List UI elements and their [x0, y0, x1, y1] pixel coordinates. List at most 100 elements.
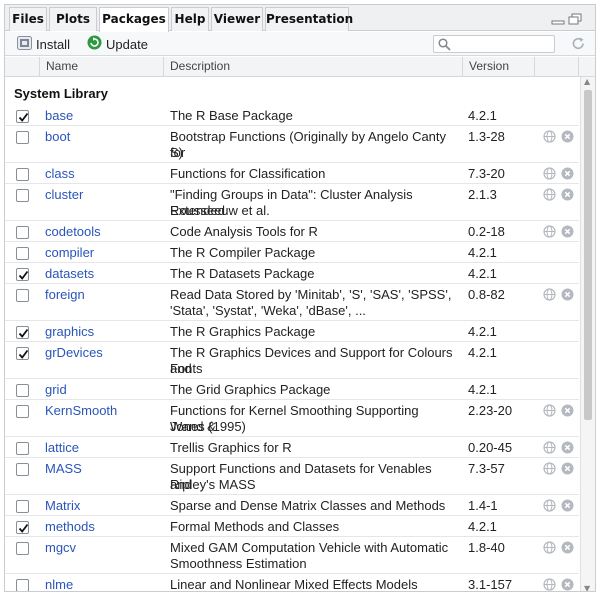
- header-version[interactable]: Version: [463, 57, 535, 76]
- package-description: The R Datasets Package: [170, 266, 315, 281]
- remove-package-icon[interactable]: [561, 499, 574, 516]
- globe-icon[interactable]: [543, 288, 556, 305]
- package-name-link[interactable]: foreign: [45, 287, 85, 303]
- remove-package-icon[interactable]: [561, 288, 574, 305]
- globe-icon[interactable]: [543, 130, 556, 147]
- package-row: graphics The R Graphics Package 4.2.1: [5, 322, 579, 342]
- tab-bar: Files Plots Packages Help Viewer Present…: [5, 5, 595, 32]
- scroll-thumb[interactable]: [584, 90, 592, 420]
- package-name-link[interactable]: Matrix: [45, 498, 80, 514]
- checkmark-icon: [18, 349, 29, 359]
- package-description: Linear and Nonlinear Mixed Effects Model…: [170, 577, 418, 592]
- remove-package-icon[interactable]: [561, 578, 574, 591]
- package-name-link[interactable]: cluster: [45, 187, 83, 203]
- package-version: 4.2.1: [468, 382, 497, 397]
- vertical-scrollbar[interactable]: ▲ ▼: [580, 77, 595, 591]
- header-name[interactable]: Name: [40, 57, 164, 76]
- globe-icon[interactable]: [543, 404, 556, 421]
- package-row: grDevices The R Graphics Devices and Supp…: [5, 343, 579, 379]
- globe-icon[interactable]: [543, 225, 556, 242]
- globe-icon[interactable]: [543, 167, 556, 184]
- tab-help[interactable]: Help: [171, 7, 209, 31]
- package-checkbox[interactable]: [16, 168, 29, 181]
- package-name-link[interactable]: compiler: [45, 245, 94, 261]
- package-description: Read Data Stored by 'Minitab', 'S', 'SAS…: [170, 287, 452, 302]
- package-description: Trellis Graphics for R: [170, 440, 292, 455]
- remove-package-icon[interactable]: [561, 441, 574, 458]
- package-description: Code Analysis Tools for R: [170, 224, 318, 239]
- tab-packages[interactable]: Packages: [99, 7, 169, 32]
- package-checkbox[interactable]: [16, 268, 29, 281]
- package-name-link[interactable]: grDevices: [45, 345, 103, 361]
- scroll-up-icon[interactable]: ▲: [584, 77, 590, 86]
- header-description[interactable]: Description: [164, 57, 463, 76]
- remove-package-icon[interactable]: [561, 130, 574, 147]
- package-name-link[interactable]: graphics: [45, 324, 94, 340]
- package-checkbox[interactable]: [16, 289, 29, 302]
- globe-icon[interactable]: [543, 441, 556, 458]
- package-name-link[interactable]: mgcv: [45, 540, 76, 556]
- package-checkbox[interactable]: [16, 542, 29, 555]
- package-description-cont: Jones (1995): [170, 419, 246, 434]
- tab-presentation[interactable]: Presentation: [265, 7, 353, 31]
- checkmark-icon: [18, 328, 29, 338]
- globe-icon[interactable]: [543, 462, 556, 479]
- tab-viewer[interactable]: Viewer: [211, 7, 263, 31]
- package-checkbox[interactable]: [16, 384, 29, 397]
- package-checkbox[interactable]: [16, 405, 29, 418]
- package-checkbox[interactable]: [16, 500, 29, 513]
- remove-package-icon[interactable]: [561, 462, 574, 479]
- package-row: cluster "Finding Groups in Data": Cluster…: [5, 185, 579, 221]
- package-checkbox[interactable]: [16, 131, 29, 144]
- package-name-link[interactable]: codetools: [45, 224, 101, 240]
- package-checkbox[interactable]: [16, 347, 29, 360]
- package-row: grid The Grid Graphics Package 4.2.1: [5, 380, 579, 400]
- package-name-link[interactable]: nlme: [45, 577, 73, 591]
- package-row: foreign Read Data Stored by 'Minitab', 'S…: [5, 285, 579, 321]
- package-version: 1.3-28: [468, 129, 505, 144]
- globe-icon[interactable]: [543, 499, 556, 516]
- search-box[interactable]: [433, 35, 555, 53]
- scroll-down-icon[interactable]: ▼: [584, 584, 590, 591]
- package-name-link[interactable]: grid: [45, 382, 67, 398]
- refresh-icon[interactable]: [571, 36, 586, 54]
- package-checkbox[interactable]: [16, 189, 29, 202]
- package-checkbox[interactable]: [16, 247, 29, 260]
- remove-package-icon[interactable]: [561, 225, 574, 242]
- package-checkbox[interactable]: [16, 579, 29, 591]
- package-description-cont: Rousseeuw et al.: [170, 203, 270, 218]
- search-icon: [438, 38, 451, 54]
- update-button[interactable]: Update: [87, 35, 148, 53]
- remove-package-icon[interactable]: [561, 167, 574, 184]
- package-checkbox[interactable]: [16, 463, 29, 476]
- globe-icon[interactable]: [543, 188, 556, 205]
- section-title: System Library: [14, 86, 108, 101]
- tab-plots[interactable]: Plots: [49, 7, 97, 31]
- package-name-link[interactable]: datasets: [45, 266, 94, 282]
- minimize-icon[interactable]: [551, 14, 565, 25]
- package-name-link[interactable]: boot: [45, 129, 70, 145]
- package-name-link[interactable]: methods: [45, 519, 95, 535]
- package-checkbox[interactable]: [16, 521, 29, 534]
- package-name-link[interactable]: class: [45, 166, 75, 182]
- package-version: 4.2.1: [468, 519, 497, 534]
- install-button[interactable]: Install: [17, 35, 70, 53]
- package-checkbox[interactable]: [16, 110, 29, 123]
- package-checkbox[interactable]: [16, 326, 29, 339]
- package-name-link[interactable]: MASS: [45, 461, 82, 477]
- remove-package-icon[interactable]: [561, 404, 574, 421]
- package-row: datasets The R Datasets Package 4.2.1: [5, 264, 579, 284]
- package-name-link[interactable]: lattice: [45, 440, 79, 456]
- globe-icon[interactable]: [543, 541, 556, 558]
- globe-icon[interactable]: [543, 578, 556, 591]
- package-name-link[interactable]: KernSmooth: [45, 403, 117, 419]
- remove-package-icon[interactable]: [561, 541, 574, 558]
- package-checkbox[interactable]: [16, 226, 29, 239]
- maximize-icon[interactable]: [568, 13, 582, 25]
- install-icon: [17, 35, 32, 53]
- package-name-link[interactable]: base: [45, 108, 73, 124]
- package-checkbox[interactable]: [16, 442, 29, 455]
- tab-files[interactable]: Files: [9, 7, 47, 31]
- remove-package-icon[interactable]: [561, 188, 574, 205]
- search-input[interactable]: [456, 37, 552, 51]
